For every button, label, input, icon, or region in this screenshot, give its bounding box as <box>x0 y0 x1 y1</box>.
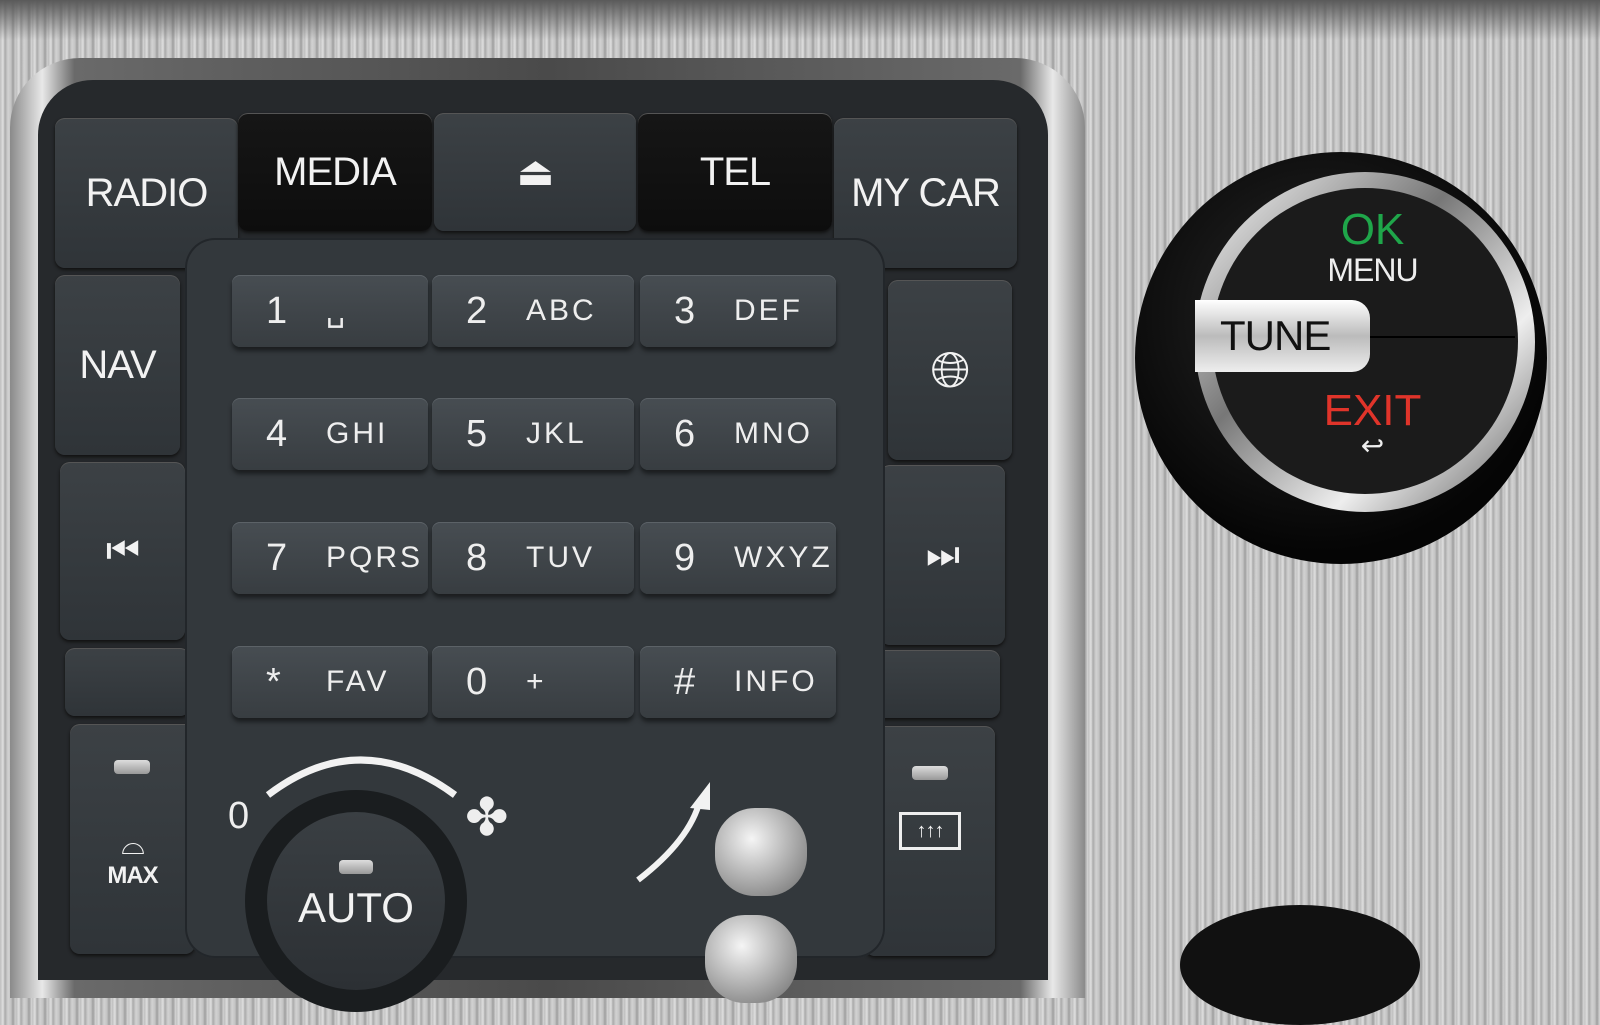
nav-label: NAV <box>79 342 156 387</box>
skip-next-icon: ⏭ <box>925 533 960 576</box>
keypad-key-star[interactable]: * FAV <box>232 646 428 718</box>
auto-button[interactable]: AUTO <box>267 812 445 990</box>
lower-knob[interactable] <box>1180 905 1420 1025</box>
keypad-key-0[interactable]: 0 + <box>432 646 634 718</box>
previous-button[interactable]: ⏮ <box>60 462 185 640</box>
globe-icon: 🌐︎ <box>930 341 971 398</box>
back-arrow-icon: ↩ <box>1360 430 1385 461</box>
fan-knob[interactable]: AUTO <box>245 790 467 1012</box>
key-letters: MNO <box>734 417 813 450</box>
keypad-key-6[interactable]: 6 MNO <box>640 398 836 470</box>
key-number: 4 <box>266 412 291 455</box>
max-defrost-button[interactable]: ⌓ MAX <box>70 724 195 954</box>
key-letters: PQRS <box>326 541 424 574</box>
right-blank-button[interactable] <box>875 650 1000 718</box>
left-blank-button[interactable] <box>65 648 190 716</box>
key-number: 8 <box>466 536 491 579</box>
globe-button[interactable]: 🌐︎ <box>888 280 1012 460</box>
key-number: # <box>674 660 699 703</box>
indicator-led <box>339 860 373 874</box>
key-number: 0 <box>466 660 491 703</box>
tel-label: TEL <box>699 149 771 194</box>
indicator-led <box>114 760 150 774</box>
keypad-key-1[interactable]: 1 ␣ <box>232 275 428 347</box>
key-letters: JKL <box>526 417 587 450</box>
keypad-key-hash[interactable]: # INFO <box>640 646 836 718</box>
tel-button[interactable]: TEL <box>638 113 832 231</box>
key-letters: WXYZ <box>734 541 833 574</box>
key-number: 6 <box>674 412 699 455</box>
key-letters: INFO <box>734 665 818 698</box>
key-number: 5 <box>466 412 491 455</box>
key-letters: ABC <box>526 294 597 327</box>
key-letters: FAV <box>326 665 390 698</box>
key-number: 2 <box>466 289 491 332</box>
keypad-key-9[interactable]: 9 WXYZ <box>640 522 836 594</box>
keypad-key-8[interactable]: 8 TUV <box>432 522 634 594</box>
exit-button[interactable]: EXIT ↩ <box>1310 386 1435 461</box>
skip-previous-icon: ⏮ <box>105 529 140 572</box>
keypad-key-3[interactable]: 3 DEF <box>640 275 836 347</box>
air-distribution-button[interactable] <box>715 808 807 896</box>
eject-button[interactable]: ⏏ <box>434 113 636 231</box>
key-letters: DEF <box>734 294 803 327</box>
ok-menu-button[interactable]: OK MENU <box>1310 208 1435 289</box>
keypad-key-2[interactable]: 2 ABC <box>432 275 634 347</box>
exit-label: EXIT <box>1323 386 1422 435</box>
knob-divider <box>1370 336 1515 338</box>
key-number: 7 <box>266 536 291 579</box>
nav-button[interactable]: NAV <box>55 275 180 455</box>
key-number: 9 <box>674 536 699 579</box>
tune-label: TUNE <box>1220 312 1331 359</box>
ok-label: OK <box>1340 205 1405 254</box>
radio-label: RADIO <box>85 170 209 215</box>
menu-label: MENU <box>1327 252 1418 288</box>
windshield-defrost-icon: ⌓ <box>121 828 145 861</box>
keypad-key-7[interactable]: 7 PQRS <box>232 522 428 594</box>
max-label: MAX <box>107 862 158 889</box>
fan-zero-label: 0 <box>228 795 250 837</box>
tune-knob[interactable]: TUNE <box>1195 300 1370 372</box>
indicator-led <box>912 766 948 780</box>
key-number: 3 <box>674 289 699 332</box>
key-number: * <box>266 660 284 703</box>
keypad-key-5[interactable]: 5 JKL <box>432 398 634 470</box>
next-button[interactable]: ⏭ <box>880 465 1005 645</box>
eject-icon: ⏏ <box>516 150 555 194</box>
fan-icon: ✤ <box>465 789 509 847</box>
keypad-key-4[interactable]: 4 GHI <box>232 398 428 470</box>
key-letters: TUV <box>526 541 595 574</box>
dashboard-trim <box>0 0 1600 40</box>
media-button[interactable]: MEDIA <box>238 113 432 231</box>
key-letters: ␣ <box>326 294 349 328</box>
key-number: 1 <box>266 289 291 332</box>
rear-defrost-icon: ↑↑↑ <box>899 812 961 850</box>
key-letters: GHI <box>326 417 389 450</box>
air-distribution-button-lower[interactable] <box>705 915 797 1003</box>
media-label: MEDIA <box>274 149 397 194</box>
key-letters: + <box>526 665 547 698</box>
airflow-arrow-icon <box>636 782 710 883</box>
auto-label: AUTO <box>298 884 414 931</box>
my-car-label: MY CAR <box>851 170 1001 215</box>
